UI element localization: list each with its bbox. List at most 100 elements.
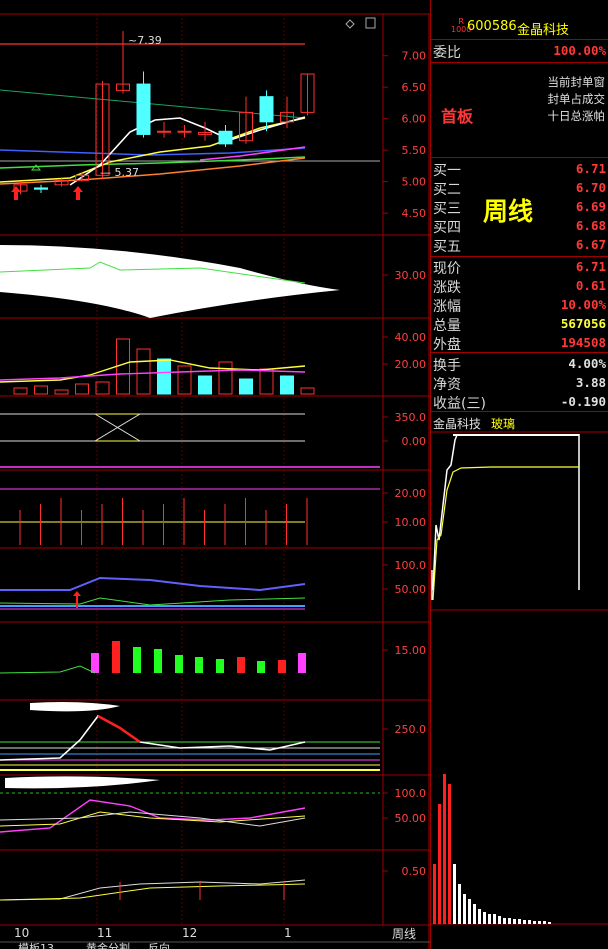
pane-tick-label: 100.0 — [395, 559, 427, 572]
bottom-tab[interactable]: 模板13 — [18, 941, 54, 949]
stock-header: R 1000 600586 金晶科技 — [431, 14, 608, 40]
quote-row: 涨跌 0.61 — [431, 277, 608, 296]
quote-panel: R 1000 600586 金晶科技 委比 100.00% 当前封单窗 封单占成交… — [430, 0, 608, 949]
note-1: 当前封单窗 — [547, 75, 606, 89]
divider — [431, 256, 608, 257]
high-price-label: ~7.39 — [128, 34, 162, 47]
bid-label: 买五 — [433, 239, 461, 255]
mini-volume-bar — [513, 919, 516, 924]
volume-bar — [177, 365, 192, 395]
indicator-bar — [216, 659, 224, 673]
quote-value: 10.00% — [560, 297, 606, 312]
bid-row: 买五 6.67 — [431, 236, 608, 255]
kline-chart-area[interactable]: 7.00 6.50 6.00 5.50 5.00 4.50 30.00 40.00 20.00 3… — [0, 0, 430, 949]
volume-bar — [198, 375, 212, 395]
indicator-line — [0, 413, 305, 442]
pane-tick-label: 30.00 — [395, 269, 427, 282]
quote-value: 194508 — [560, 335, 606, 350]
volume-bar — [13, 387, 28, 395]
fund-row: 收益(三) -0.190 — [431, 393, 608, 412]
candle-body — [34, 187, 48, 190]
volume-bar — [218, 361, 233, 395]
volume-bar — [136, 348, 151, 395]
note-3: 十日总涨帕 — [547, 109, 606, 123]
pane-tick-label: 40.00 — [395, 331, 427, 344]
mini-volume-bar — [463, 894, 466, 924]
indicator-bar — [175, 655, 183, 673]
mini-volume-bar — [448, 784, 451, 924]
price-tick-label: 5.50 — [402, 144, 427, 157]
mini-volume-bar — [478, 909, 481, 924]
mini-volume-bar — [533, 921, 536, 924]
mini-volume-bar — [523, 920, 526, 924]
fund-row: 净资 3.88 — [431, 374, 608, 393]
quote-label: 总量 — [433, 318, 461, 334]
indicator-line — [0, 799, 306, 833]
candle-body — [136, 83, 151, 135]
buy-signal-icon — [73, 186, 83, 200]
bottom-tab[interactable]: 反向 — [148, 941, 170, 949]
mini-volume-bar — [548, 922, 551, 924]
bottom-tab[interactable]: 黄金分割 — [86, 941, 130, 949]
mini-volume-bar — [503, 918, 506, 924]
mini-volume-bar — [433, 864, 436, 924]
period-tab[interactable]: 周线 — [392, 925, 416, 942]
volume-bar — [95, 381, 110, 395]
mini-volume-bar — [528, 920, 531, 924]
indicator-bar — [154, 649, 162, 673]
volume-bar — [259, 368, 274, 395]
month-label: 10 — [14, 926, 29, 940]
pane-tick-label: 350.0 — [395, 411, 427, 424]
mini-volume-bar — [498, 916, 501, 924]
month-label: 11 — [97, 926, 112, 940]
volume-bar — [300, 387, 315, 395]
indicator-line — [0, 413, 305, 442]
mini-volume-bar — [543, 921, 546, 924]
divider — [431, 352, 608, 353]
price-tick-label: 4.50 — [402, 207, 427, 220]
pane-tick-label: 50.00 — [395, 812, 427, 825]
stock-name[interactable]: 金晶科技 — [517, 19, 569, 38]
month-label: 1 — [284, 926, 292, 940]
divider — [431, 411, 608, 412]
mini-volume-bar — [443, 774, 446, 924]
volume-bar — [116, 338, 130, 395]
pane-tick-label: 250.0 — [395, 723, 427, 736]
fund-value: -0.190 — [560, 394, 606, 409]
quote-value: 0.61 — [575, 278, 606, 293]
quote-row: 总量 567056 — [431, 315, 608, 334]
bid-value: 6.70 — [575, 180, 606, 195]
quote-value: 567056 — [560, 316, 606, 331]
price-tick-label: 5.00 — [402, 176, 427, 189]
divider — [431, 62, 608, 63]
window-icon — [365, 17, 376, 29]
redacted-overlay — [0, 245, 340, 318]
fund-label: 净资 — [433, 377, 461, 393]
quote-label: 外盘 — [433, 337, 461, 353]
indicator-line — [0, 665, 96, 674]
bid-row: 买一 6.71 — [431, 160, 608, 179]
mini-volume-bar — [473, 904, 476, 924]
note-2: 封单占成交 — [547, 92, 606, 106]
low-price-label: — 5.37 — [100, 166, 139, 179]
ma-line — [0, 89, 306, 119]
bid-value: 6.69 — [575, 199, 606, 214]
pane-tick-label: 50.00 — [395, 583, 427, 596]
indicator-line — [0, 883, 306, 901]
mini-volume-bar — [488, 914, 491, 924]
limit-up-tag: 首板 — [441, 107, 474, 126]
indicator-line — [0, 714, 306, 761]
indicator-bar — [278, 660, 286, 673]
indicator-bar — [257, 661, 265, 673]
indicator-line — [0, 576, 306, 592]
redacted-overlay — [30, 702, 120, 712]
pane-tick-label: 0.00 — [402, 435, 427, 448]
pane-tick-label: 0.50 — [402, 865, 427, 878]
volume-bar — [54, 389, 69, 395]
bid-value: 6.67 — [575, 237, 606, 252]
intraday-mini-chart[interactable] — [431, 430, 608, 949]
commission-label: 委比 — [433, 45, 461, 61]
fund-value: 3.88 — [575, 375, 606, 390]
fund-value: 4.00% — [568, 356, 606, 371]
stock-code[interactable]: 600586 — [467, 19, 517, 34]
